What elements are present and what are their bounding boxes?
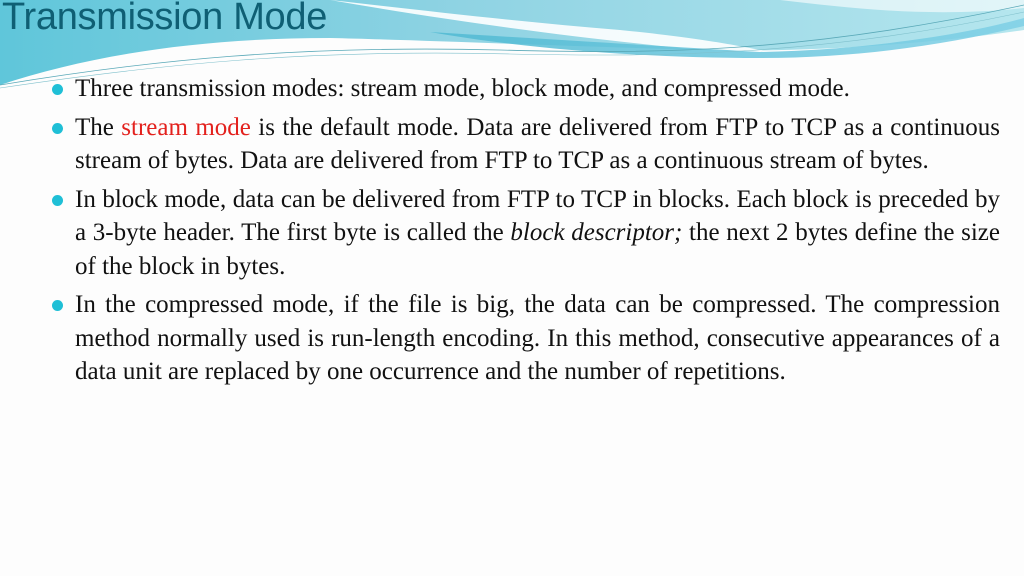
bullet-dot-icon xyxy=(52,122,63,134)
bullet-dot-icon xyxy=(52,300,63,311)
bullet-item-modes: Three transmission modes: stream mode, b… xyxy=(50,72,1000,106)
bullet-item-stream-mode: The stream mode is the default mode. Dat… xyxy=(50,111,1000,178)
bullet-text-pre: The xyxy=(75,113,122,141)
bullet-item-block-mode: In block mode, data can be delivered fro… xyxy=(50,183,1000,284)
italic-block-descriptor: block descriptor; xyxy=(510,219,683,246)
slide-content: Three transmission modes: stream mode, b… xyxy=(50,72,1000,394)
slide-title: Transmission Mode xyxy=(2,0,328,38)
highlight-stream-mode: stream mode xyxy=(121,113,251,141)
bullet-list: Three transmission modes: stream mode, b… xyxy=(50,72,1000,389)
bullet-text: Three transmission modes: stream mode, b… xyxy=(75,75,850,102)
bullet-text: In the compressed mode, if the file is b… xyxy=(75,291,1000,385)
bullet-dot-icon xyxy=(52,84,63,95)
bullet-dot-icon xyxy=(52,194,63,206)
bullet-item-compressed-mode: In the compressed mode, if the file is b… xyxy=(50,288,1000,389)
